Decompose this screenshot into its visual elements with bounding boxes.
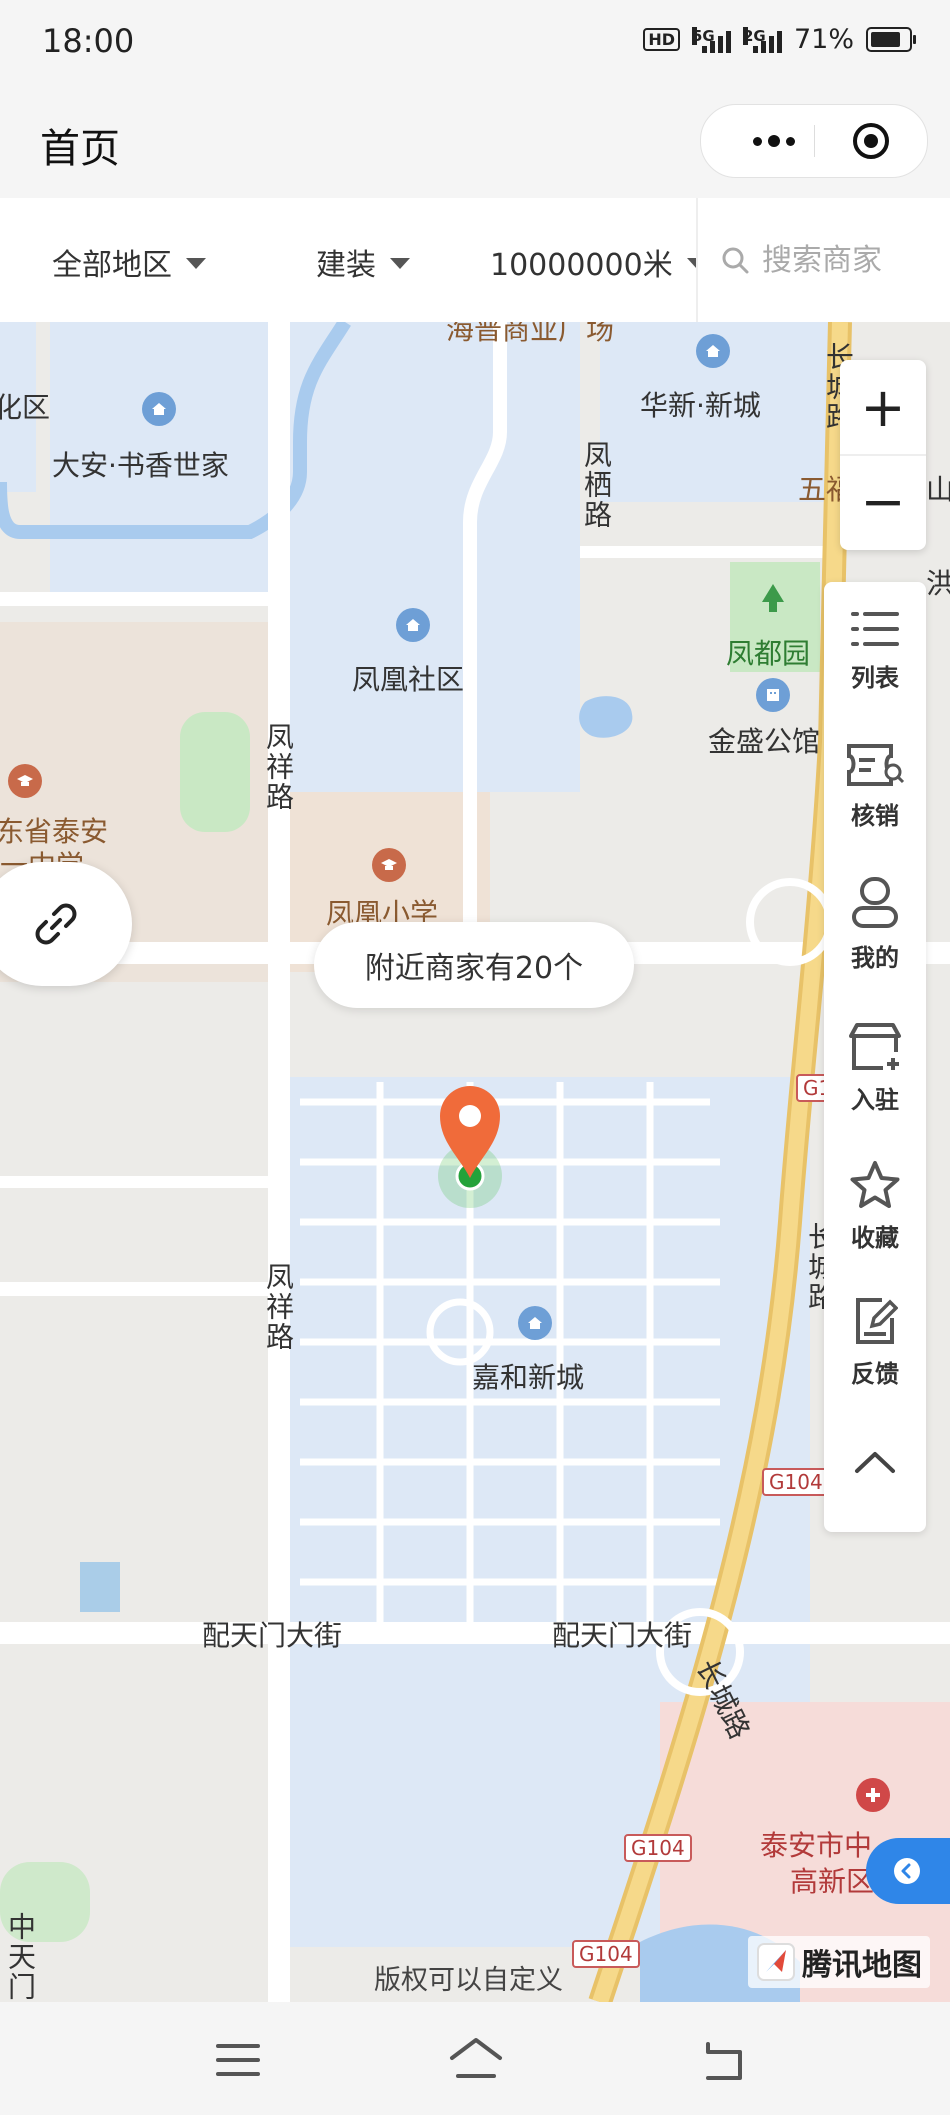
brand-text: 腾讯地图 (802, 1948, 922, 1983)
battery-percent: 71% (793, 24, 854, 55)
region-filter-label: 全部地区 (52, 248, 172, 283)
status-bar: 18:00 HD 5G 2G 71% (0, 0, 950, 86)
title-bar: 首页 (0, 86, 950, 198)
map-label-peitianmen-1: 配天门大街 (202, 1619, 343, 1652)
expand-panel-button[interactable] (866, 1838, 950, 1904)
menu-item-favorite[interactable]: 收藏 (824, 1160, 926, 1253)
capsule-divider (814, 125, 815, 157)
chevron-left-icon (894, 1858, 920, 1884)
map-label-fenghuang-community: 凤凰社区 (352, 663, 465, 696)
chevron-up-icon (855, 1452, 895, 1473)
star-icon (850, 1161, 900, 1208)
feedback-icon (856, 1298, 898, 1344)
search-input[interactable] (760, 241, 934, 279)
map-label-fengqi-road: 凤栖路 (580, 440, 613, 530)
hd-icon: HD (643, 28, 680, 51)
location-pin-icon (438, 1086, 502, 1208)
zoom-in-button[interactable]: + (840, 362, 926, 452)
residence-icon (142, 392, 176, 426)
map-label-district: 化区 (0, 391, 51, 424)
signal-2g-icon: 2G (742, 26, 782, 53)
map-label-peitianmen-2: 配天门大街 (552, 1619, 693, 1652)
category-filter-label: 建装 (316, 248, 376, 283)
distance-filter[interactable]: 10000000米 (490, 240, 707, 284)
map-label-fengxiang-road-top: 凤祥路 (262, 722, 295, 812)
chevron-down-icon (390, 258, 410, 269)
map-label-edge: 山 (926, 473, 950, 506)
menu-item-feedback[interactable]: 反馈 (824, 1296, 926, 1389)
map-label-huaxin: 华新·新城 (640, 389, 761, 422)
side-menu: 列表 核销 我的 入驻 收藏 反馈 (824, 582, 926, 1532)
system-nav-bar (0, 2002, 950, 2115)
zoom-controls: + − (840, 360, 926, 550)
region-filter[interactable]: 全部地区 (52, 240, 206, 284)
page-title: 首页 (40, 126, 120, 172)
map-label-gaoxin: 高新区 (790, 1865, 875, 1898)
filter-bar: 全部地区 建装 10000000米 (0, 198, 950, 322)
map-label-jinsheng: 金盛公馆 (708, 725, 821, 758)
menu-item-verify[interactable]: 核销 (824, 742, 926, 831)
g104-shield: G104 (762, 1468, 830, 1496)
hospital-icon (856, 1778, 890, 1812)
school-icon (372, 848, 406, 882)
user-icon (852, 877, 898, 928)
zoom-out-button[interactable]: − (840, 456, 926, 546)
status-indicators: HD 5G 2G 71% (643, 24, 916, 55)
map-label-hong: 洪 (926, 567, 950, 600)
back-icon[interactable] (694, 2030, 754, 2090)
search-icon (722, 247, 749, 274)
menu-icon[interactable] (208, 2030, 268, 2090)
battery-icon (866, 27, 916, 52)
menu-item-join[interactable]: 入驻 (824, 1022, 926, 1115)
menu-item-label: 列表 (851, 664, 899, 692)
tencent-map-brand: 腾讯地图 (748, 1936, 930, 1988)
park-icon (756, 582, 790, 616)
miniprogram-capsule (700, 104, 928, 178)
ticket-search-icon (847, 744, 905, 786)
more-dots-icon[interactable] (729, 105, 819, 177)
list-icon (851, 612, 899, 646)
g104-shield: G104 (572, 1940, 640, 1968)
residence-icon (396, 608, 430, 642)
map-label-zhongtian: 中天门 (4, 1912, 37, 2002)
share-link-button[interactable] (0, 862, 132, 986)
residence-icon (518, 1306, 552, 1340)
map-label-jiahe: 嘉和新城 (472, 1361, 585, 1394)
residence-icon (696, 334, 730, 368)
nearby-count-badge: 附近商家有20个 (314, 922, 634, 1008)
tencent-map-logo-icon (757, 1943, 795, 1981)
map-label-fengdu: 凤都园 (726, 637, 811, 670)
map-copyright: 版权可以自定义 (374, 1965, 563, 1996)
search-box[interactable] (696, 198, 950, 322)
menu-item-label: 收藏 (851, 1224, 899, 1252)
status-time: 18:00 (42, 22, 135, 60)
signal-5g-icon: 5G (691, 26, 731, 53)
menu-item-label: 我的 (851, 944, 899, 972)
g104-shield: G104 (624, 1834, 692, 1862)
menu-item-label: 反馈 (851, 1360, 899, 1388)
menu-item-label: 入驻 (851, 1086, 899, 1114)
building-icon (756, 678, 790, 712)
category-filter[interactable]: 建装 (316, 240, 410, 284)
menu-item-mine[interactable]: 我的 (824, 876, 926, 973)
store-add-icon (849, 1023, 901, 1070)
collapse-menu-button[interactable] (824, 1432, 926, 1492)
school-icon (8, 764, 42, 798)
map-view[interactable]: 海普商业广场 化区 大安·书香世家 华新·新城 凤栖路 长城路 五福 山 洪 凤… (0, 322, 950, 2002)
target-icon[interactable] (851, 121, 891, 161)
menu-item-list[interactable]: 列表 (824, 608, 926, 693)
map-label-fengxiang-road-bottom: 凤祥路 (262, 1262, 295, 1352)
map-label-taian-hospital: 泰安市中 (760, 1829, 873, 1862)
distance-filter-label: 10000000米 (490, 248, 673, 283)
home-icon[interactable] (446, 2030, 506, 2090)
menu-item-label: 核销 (851, 802, 899, 830)
map-label-plaza: 海普商业广场 (446, 322, 615, 346)
link-icon (35, 903, 77, 945)
chevron-down-icon (186, 258, 206, 269)
map-label-daan: 大安·书香世家 (52, 449, 229, 482)
